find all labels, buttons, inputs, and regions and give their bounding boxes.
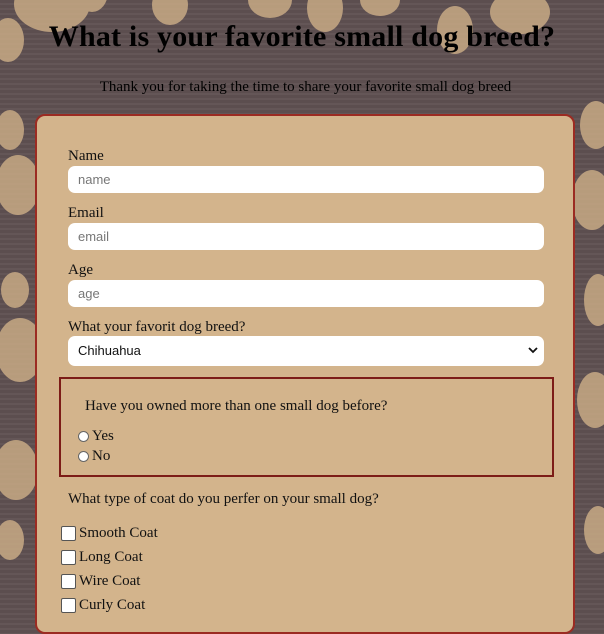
coat-question: What type of coat do you perfer on your … <box>68 491 379 507</box>
survey-form: Name Email Age What your favorit dog bre… <box>35 114 575 634</box>
owned-option-yes[interactable]: Yes <box>78 428 114 445</box>
email-label: Email <box>68 205 104 221</box>
checkbox[interactable] <box>61 574 76 589</box>
breed-label: What your favorit dog breed? <box>68 319 246 335</box>
owned-fieldset: Have you owned more than one small dog b… <box>59 377 554 477</box>
coat-option-long[interactable]: Long Coat <box>61 549 143 566</box>
coat-option-curly[interactable]: Curly Coat <box>61 597 145 614</box>
age-input[interactable] <box>68 280 544 307</box>
checkbox-label: Long Coat <box>79 549 143 565</box>
checkbox[interactable] <box>61 598 76 613</box>
breed-select[interactable]: Chihuahua <box>68 336 544 366</box>
coat-option-wire[interactable]: Wire Coat <box>61 573 140 590</box>
chevron-down-icon <box>528 347 538 354</box>
coat-option-smooth[interactable]: Smooth Coat <box>61 525 158 542</box>
name-label: Name <box>68 148 104 164</box>
radio-button[interactable] <box>78 451 89 462</box>
email-input[interactable] <box>68 223 544 250</box>
checkbox[interactable] <box>61 526 76 541</box>
owned-option-no[interactable]: No <box>78 448 110 465</box>
checkbox-label: Smooth Coat <box>79 525 158 541</box>
owned-question: Have you owned more than one small dog b… <box>85 398 388 414</box>
checkbox-label: Wire Coat <box>79 573 141 589</box>
checkbox-label: Curly Coat <box>79 597 146 613</box>
page-subtitle: Thank you for taking the time to share y… <box>99 79 512 95</box>
age-label: Age <box>68 262 93 278</box>
checkbox[interactable] <box>61 550 76 565</box>
name-input[interactable] <box>68 166 544 193</box>
radio-label: No <box>92 448 111 464</box>
page-title: What is your favorite small dog breed? <box>48 20 556 53</box>
breed-selected-value: Chihuahua <box>78 343 141 358</box>
radio-label: Yes <box>92 428 114 444</box>
radio-button[interactable] <box>78 431 89 442</box>
